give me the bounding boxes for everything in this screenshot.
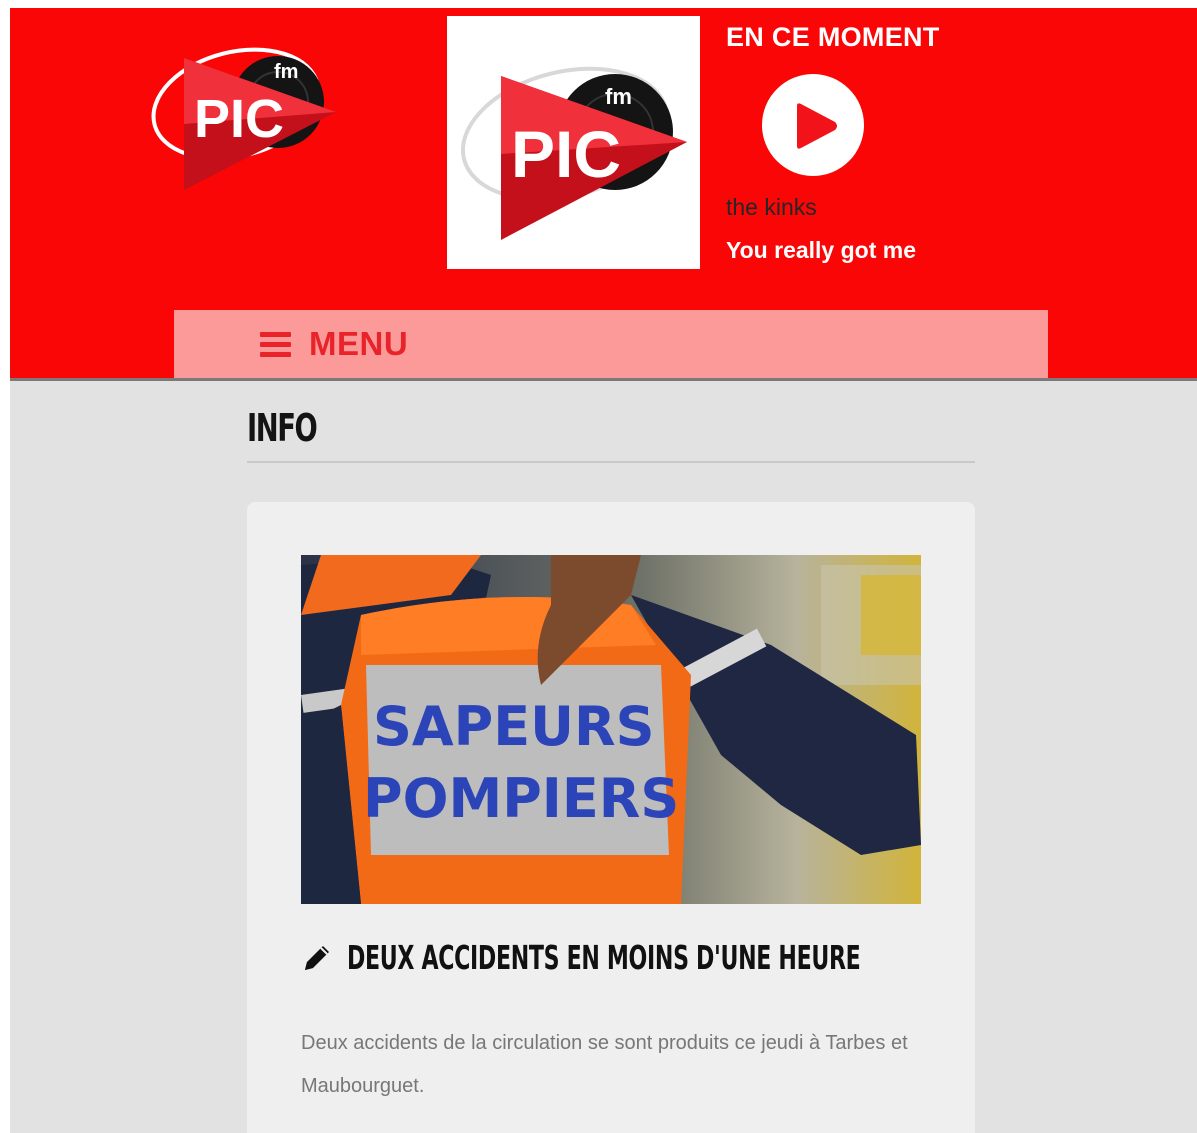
now-playing-title: You really got me [726,237,917,263]
page: PIC fm PIC fm EN CE MOMENT the kinks You [10,8,1197,1133]
play-icon [797,103,837,149]
menu-label: MENU [309,325,409,362]
section-title: INFO [247,406,318,450]
site-header: PIC fm PIC fm EN CE MOMENT the kinks You [10,8,1197,381]
article-title-row[interactable]: DEUX ACCIDENTS EN MOINS D'UNE HEURE [301,938,1001,977]
article-excerpt: Deux accidents de la circulation se sont… [301,1032,908,1097]
article-image[interactable]: SAPEURS POMPIERS [301,555,921,904]
vest-text-line1: SAPEURS [373,695,654,758]
play-button[interactable] [762,74,864,176]
now-playing-cover: PIC fm [447,16,700,269]
now-playing-label: EN CE MOMENT [726,22,940,52]
article-title[interactable]: DEUX ACCIDENTS EN MOINS D'UNE HEURE [347,938,861,977]
section-divider [247,461,975,463]
now-playing-artist: the kinks [726,194,817,220]
svg-text:fm: fm [605,84,632,109]
menu-button[interactable]: MENU [260,324,408,364]
vest-text-line2: POMPIERS [363,767,679,830]
svg-text:PIC: PIC [194,89,284,149]
svg-text:PIC: PIC [511,117,621,191]
svg-text:fm: fm [274,61,298,83]
nav-bar: MENU [174,310,1048,378]
pencil-icon [305,945,329,970]
site-logo[interactable]: PIC fm [150,44,340,194]
hamburger-icon [260,332,291,357]
article-card: SAPEURS POMPIERS DEUX ACCIDENTS EN MOINS… [247,502,975,1133]
